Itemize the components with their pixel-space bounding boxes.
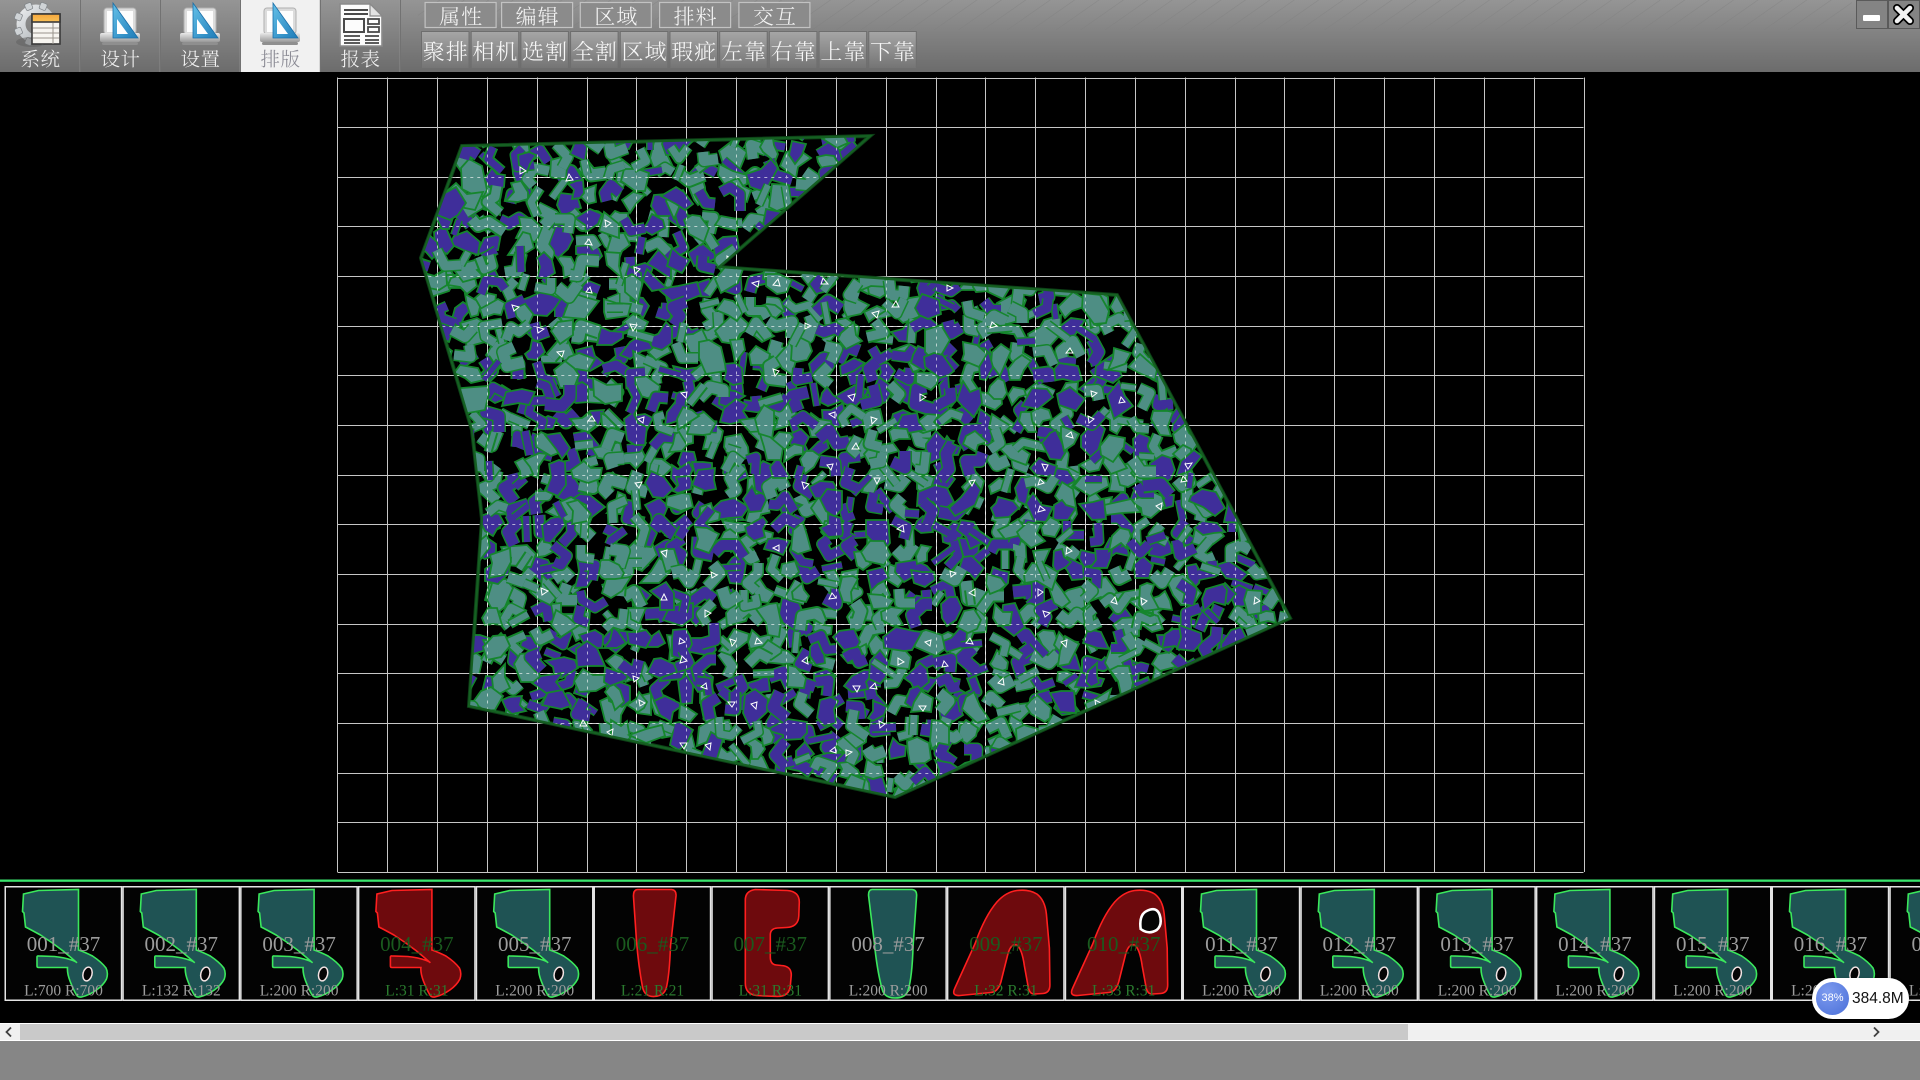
svg-text:009_#37: 009_#37 bbox=[969, 932, 1043, 956]
svg-text:L:31 R:31: L:31 R:31 bbox=[385, 983, 448, 1000]
svg-text:008_#37: 008_#37 bbox=[851, 932, 925, 956]
svg-text:011_#37: 011_#37 bbox=[1205, 932, 1278, 956]
svg-text:L:31 R:31: L:31 R:31 bbox=[739, 983, 802, 1000]
svg-text:006_#37: 006_#37 bbox=[616, 932, 690, 956]
svg-text:L:700 R:700: L:700 R:700 bbox=[24, 983, 103, 1000]
svg-text:L:200 R:200: L:200 R:200 bbox=[1909, 983, 1920, 1000]
svg-text:L:132 R:132: L:132 R:132 bbox=[142, 983, 221, 1000]
svg-text:L:21 R:21: L:21 R:21 bbox=[621, 983, 684, 1000]
svg-text:004_#37: 004_#37 bbox=[380, 932, 454, 956]
svg-text:001_#37: 001_#37 bbox=[27, 932, 101, 956]
svg-text:005_#37: 005_#37 bbox=[498, 932, 572, 956]
svg-text:017_#37: 017_#37 bbox=[1912, 932, 1920, 956]
svg-text:L:33 R:31: L:33 R:31 bbox=[1092, 983, 1155, 1000]
svg-text:L:200 R:200: L:200 R:200 bbox=[1556, 983, 1635, 1000]
svg-text:007_#37: 007_#37 bbox=[734, 932, 808, 956]
svg-text:015_#37: 015_#37 bbox=[1676, 932, 1750, 956]
svg-text:002_#37: 002_#37 bbox=[145, 932, 219, 956]
svg-text:012_#37: 012_#37 bbox=[1323, 932, 1397, 956]
svg-text:010_#37: 010_#37 bbox=[1087, 932, 1161, 956]
svg-text:L:200 R:200: L:200 R:200 bbox=[260, 983, 339, 1000]
svg-text:L:200 R:200: L:200 R:200 bbox=[495, 983, 574, 1000]
svg-text:L:200 R:200: L:200 R:200 bbox=[1438, 983, 1517, 1000]
svg-text:L:200 R:200: L:200 R:200 bbox=[1673, 983, 1752, 1000]
svg-text:013_#37: 013_#37 bbox=[1440, 932, 1514, 956]
svg-text:003_#37: 003_#37 bbox=[262, 932, 336, 956]
svg-text:L:32 R:31: L:32 R:31 bbox=[974, 983, 1037, 1000]
svg-text:L:200 R:200: L:200 R:200 bbox=[1320, 983, 1399, 1000]
svg-text:L:200 R:200: L:200 R:200 bbox=[849, 983, 928, 1000]
svg-text:016_#37: 016_#37 bbox=[1794, 932, 1868, 956]
svg-text:L:200 R:200: L:200 R:200 bbox=[1202, 983, 1281, 1000]
svg-text:014_#37: 014_#37 bbox=[1558, 932, 1632, 956]
